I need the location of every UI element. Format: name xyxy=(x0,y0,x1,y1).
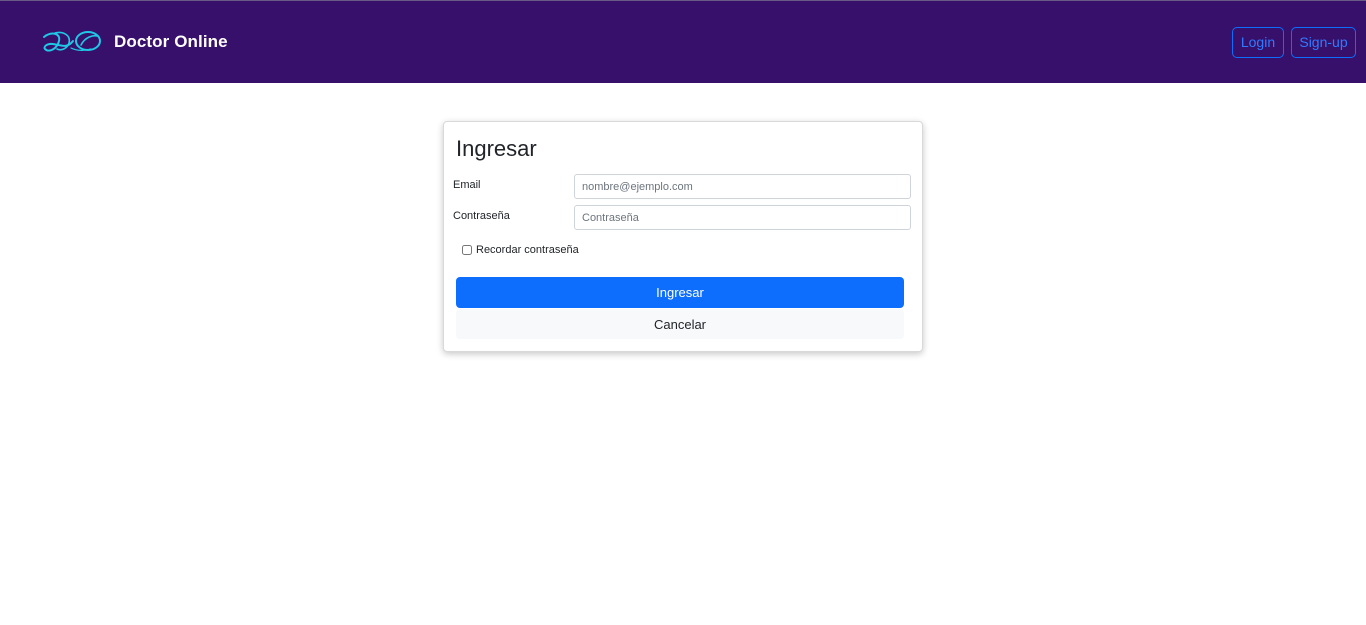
login-card: Ingresar Email Contraseña Recordar contr… xyxy=(443,121,923,352)
email-label: Email xyxy=(453,179,481,191)
remember-label: Recordar contraseña xyxy=(476,244,579,256)
signup-button[interactable]: Sign-up xyxy=(1291,27,1356,58)
email-field[interactable] xyxy=(574,174,911,199)
form-title: Ingresar xyxy=(456,136,537,161)
brand-name: Doctor Online xyxy=(114,32,228,51)
top-navbar: Doctor Online Login Sign-up xyxy=(0,0,1366,83)
cancel-button[interactable]: Cancelar xyxy=(456,309,904,339)
brand[interactable]: Doctor Online xyxy=(41,27,228,57)
submit-button[interactable]: Ingresar xyxy=(456,277,904,308)
password-label: Contraseña xyxy=(453,210,510,222)
remember-row: Recordar contraseña xyxy=(462,244,579,256)
remember-checkbox[interactable] xyxy=(462,245,472,255)
password-field[interactable] xyxy=(574,205,911,230)
do-monogram-icon xyxy=(43,31,101,52)
login-button[interactable]: Login xyxy=(1232,27,1284,58)
